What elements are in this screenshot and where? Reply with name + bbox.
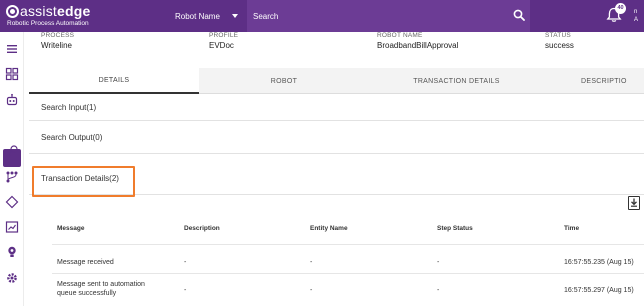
robot-name-label: ROBOT NAME — [377, 32, 423, 39]
tab-robot[interactable]: ROBOT — [199, 68, 369, 94]
search-bar — [247, 0, 530, 32]
cell-description: - — [184, 259, 187, 266]
search-output-section[interactable]: Search Output(0) — [29, 121, 644, 154]
column-header-entity-name: Entity Name — [310, 225, 348, 232]
settings-icon[interactable] — [5, 271, 19, 285]
search-icon[interactable] — [513, 9, 525, 21]
sidebar — [0, 32, 24, 306]
robot-select-label: Robot Name — [175, 11, 220, 21]
key-icon[interactable] — [5, 144, 19, 158]
cell-message: Message sent to automation queue success… — [57, 281, 145, 297]
assistedge-logo[interactable]: assistedge Robotic Process Automation — [6, 3, 106, 29]
report-chart-icon[interactable] — [5, 220, 19, 234]
column-header-time: Time — [564, 225, 580, 232]
status-label: STATUS — [545, 32, 571, 39]
top-bar: assistedge Robotic Process Automation Ro… — [0, 0, 644, 32]
profile-label: PROFILE — [209, 32, 239, 39]
tab-transaction-details[interactable]: TRANSACTION DETAILS — [369, 68, 544, 94]
process-label: PROCESS — [41, 32, 75, 39]
column-header-message: Message — [57, 225, 85, 232]
robot-summary: ROBOT NAME BroadbandBillApproval — [377, 32, 537, 58]
robot-name-select[interactable]: Robot Name — [170, 0, 245, 32]
robot-icon[interactable] — [5, 93, 19, 107]
table-divider — [52, 273, 644, 274]
dashboard-grid-icon[interactable] — [5, 67, 19, 81]
detail-tabs: DETAILS ROBOT TRANSACTION DETAILS DESCRI… — [29, 68, 644, 94]
cell-description: - — [184, 287, 187, 294]
robot-name-value: BroadbandBillApproval — [377, 41, 459, 50]
cell-entity-name: - — [310, 259, 313, 266]
logo-subtitle: Robotic Process Automation — [7, 20, 89, 27]
cell-step-status: - — [437, 287, 440, 294]
cell-entity-name: - — [310, 287, 313, 294]
search-output-section-title: Search Output(0) — [41, 133, 103, 142]
chevron-down-icon — [232, 14, 238, 18]
process-value: Writeline — [41, 41, 72, 50]
download-button[interactable] — [628, 196, 640, 210]
logo-mark-icon — [6, 4, 19, 18]
profile-summary: PROFILE EVDoc — [209, 32, 359, 58]
cell-time: 16:57:55.235 (Aug 15) — [564, 259, 634, 266]
column-header-description: Description — [184, 225, 220, 232]
cell-message: Message received — [57, 259, 114, 266]
idea-bulb-icon[interactable] — [5, 245, 19, 259]
workflow-icon[interactable] — [5, 170, 19, 184]
transaction-details-highlight — [32, 166, 135, 197]
download-icon — [631, 198, 637, 207]
cell-time: 16:57:55.297 (Aug 15) — [564, 287, 634, 294]
tab-details[interactable]: DETAILS — [29, 68, 199, 94]
column-header-step-status: Step Status — [437, 225, 473, 232]
status-value: success — [545, 41, 574, 50]
search-input-section-title: Search Input(1) — [41, 103, 97, 112]
cell-step-status: - — [437, 259, 440, 266]
process-summary: PROCESS Writeline — [41, 32, 191, 58]
table-divider — [52, 244, 644, 245]
search-input[interactable] — [253, 8, 493, 24]
profile-value: EVDoc — [209, 41, 234, 50]
user-info[interactable]: n A — [634, 8, 638, 24]
status-summary: STATUS success — [545, 32, 644, 58]
diamond-icon[interactable] — [5, 195, 19, 209]
menu-icon[interactable] — [5, 42, 19, 56]
search-input-section[interactable]: Search Input(1) — [29, 94, 644, 121]
notification-count-badge: 40 — [615, 3, 626, 14]
tab-description[interactable]: DESCRIPTIO — [581, 68, 644, 94]
logo-text: assistedge — [20, 3, 91, 19]
process-tree-icon[interactable] — [5, 119, 19, 133]
